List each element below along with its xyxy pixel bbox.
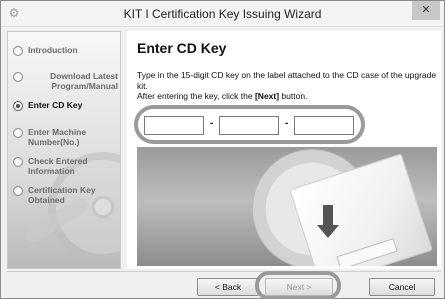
- radio-icon: [13, 101, 23, 111]
- footer-divider: [7, 271, 441, 272]
- radio-icon: [13, 186, 23, 196]
- radio-icon: [13, 128, 23, 138]
- cd-key-field-1[interactable]: [144, 116, 204, 135]
- cd-key-input-group: - -: [134, 105, 365, 144]
- step-label: Introduction: [28, 45, 78, 55]
- cd-key-field-3[interactable]: [294, 116, 354, 135]
- step-download-latest: Download Latest Program/Manual: [13, 71, 118, 91]
- step-certification-key-obtained: Certification Key Obtained: [13, 185, 103, 205]
- instruction-next-keyword: [Next]: [254, 91, 280, 101]
- step-label: Enter CD Key: [28, 100, 83, 110]
- wizard-steps-sidebar: Introduction Download Latest Program/Man…: [7, 31, 121, 269]
- radio-icon: [13, 46, 23, 56]
- step-label: Certification Key Obtained: [28, 185, 96, 205]
- instruction-suffix: button.: [279, 91, 308, 101]
- wizard-window: ⚙ KIT I Certification Key Issuing Wizard…: [0, 0, 445, 299]
- back-button[interactable]: < Back: [197, 278, 259, 296]
- instruction-prefix: After entering the key, click the: [137, 91, 255, 101]
- instruction-text: Type in the 15-digit CD key on the label…: [137, 70, 437, 102]
- cd-key-field-2[interactable]: [219, 116, 279, 135]
- step-enter-machine-number: Enter Machine Number(No.): [13, 127, 108, 147]
- cancel-button[interactable]: Cancel: [369, 278, 435, 296]
- instruction-line-2: After entering the key, click the [Next]…: [137, 91, 437, 102]
- radio-icon: [13, 72, 23, 82]
- window-title: KIT I Certification Key Issuing Wizard: [123, 7, 322, 21]
- key-separator: -: [210, 118, 214, 129]
- main-panel: Enter CD Key Type in the 15-digit CD key…: [127, 31, 441, 269]
- step-label: Enter Machine Number(No.): [28, 127, 87, 147]
- page-title: Enter CD Key: [137, 40, 227, 56]
- cd-case-illustration: [137, 147, 437, 266]
- step-check-entered-information: Check Entered Information: [13, 156, 98, 176]
- step-enter-cd-key: Enter CD Key: [13, 100, 82, 111]
- step-label: Download Latest Program/Manual: [49, 71, 118, 91]
- key-separator: -: [285, 118, 289, 129]
- next-button-highlight: [255, 271, 341, 299]
- title-bar: ⚙ KIT I Certification Key Issuing Wizard…: [1, 1, 444, 27]
- radio-icon: [13, 157, 23, 167]
- step-label: Check Entered Information: [28, 156, 88, 176]
- instruction-line-1: Type in the 15-digit CD key on the label…: [137, 70, 437, 91]
- close-icon[interactable]: ✕: [412, 1, 440, 20]
- step-introduction: Introduction: [13, 45, 78, 56]
